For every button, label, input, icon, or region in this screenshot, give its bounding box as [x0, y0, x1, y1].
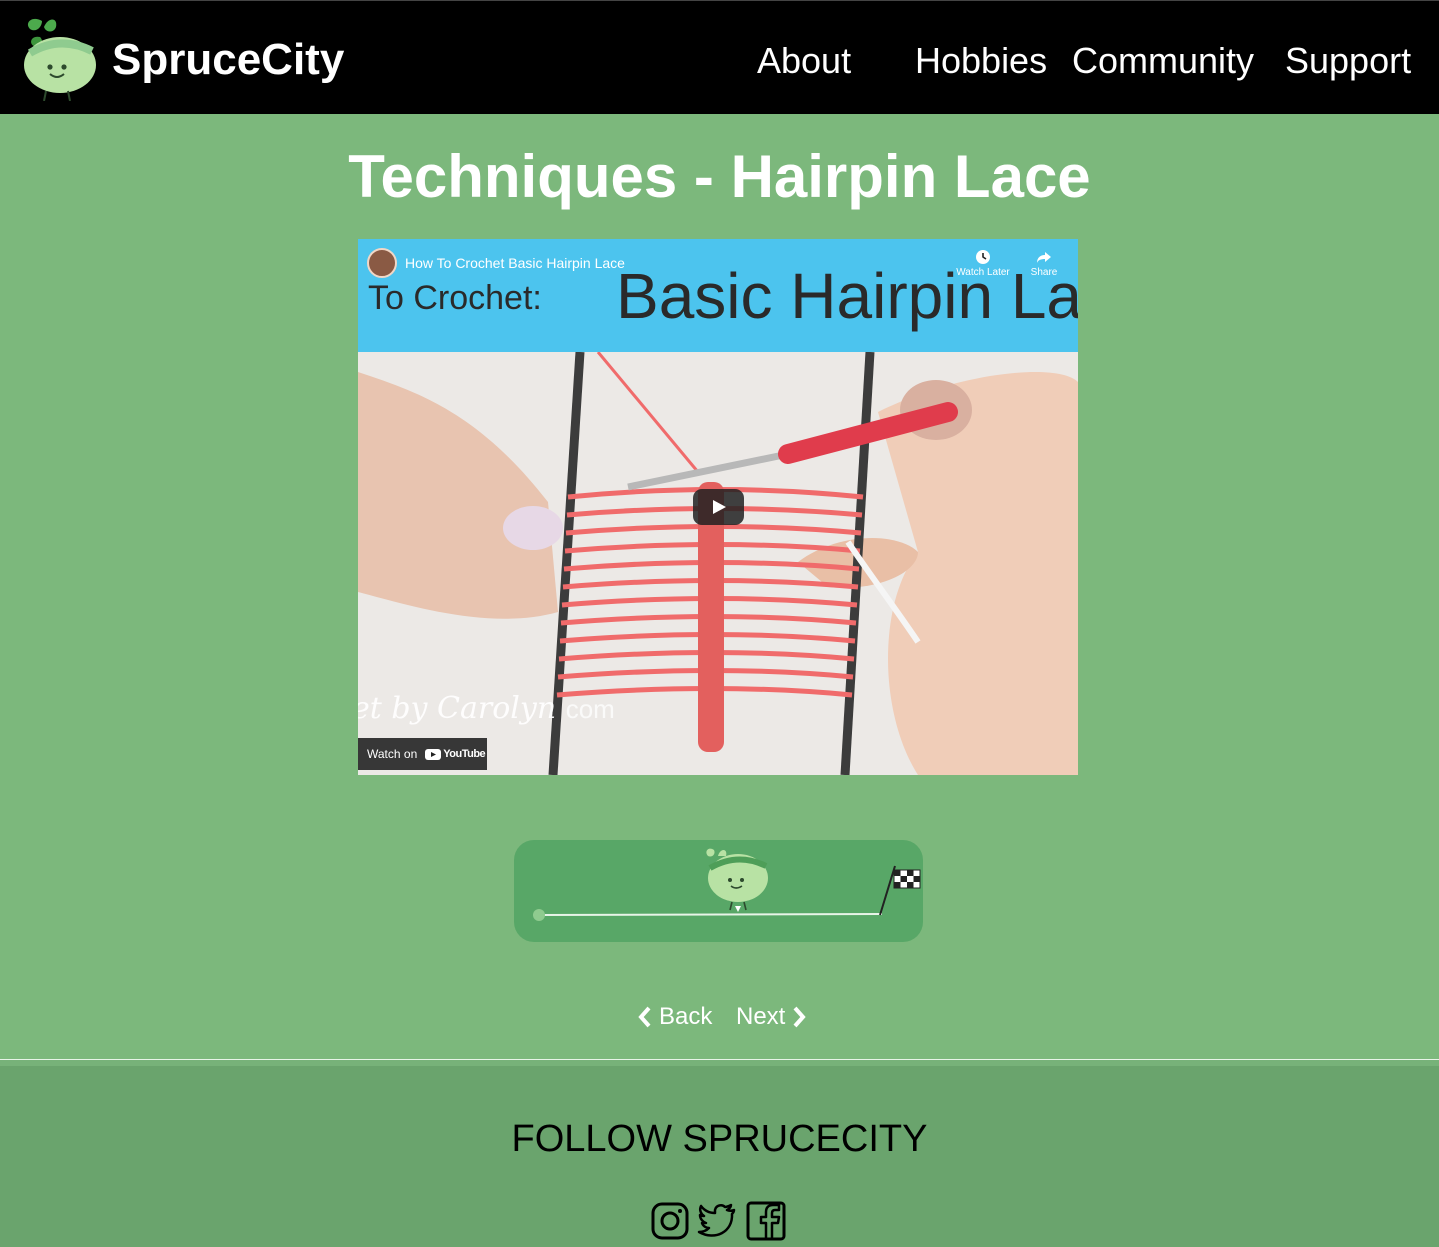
youtube-icon — [425, 748, 442, 760]
instagram-icon — [651, 1202, 689, 1240]
mascot-logo-icon — [24, 18, 96, 101]
page-title: Techniques - Hairpin Lace — [348, 143, 1091, 210]
facebook-icon — [746, 1201, 786, 1241]
watch-later-label: Watch Later — [956, 267, 1010, 278]
instagram-link[interactable] — [650, 1201, 690, 1241]
footer: FOLLOW SPRUCECITY — [0, 1059, 1439, 1247]
watch-later-button[interactable]: Watch Later — [953, 249, 1013, 278]
share-label: Share — [1030, 267, 1058, 278]
channel-avatar[interactable] — [367, 248, 397, 278]
watch-on-youtube-button[interactable]: Watch on YouTube — [358, 738, 487, 770]
youtube-logo: YouTube — [425, 748, 486, 760]
twitter-link[interactable] — [697, 1201, 737, 1241]
mascot-icon — [706, 848, 768, 911]
chevron-right-icon — [793, 1006, 807, 1028]
lesson-progress-tracker — [514, 840, 923, 942]
play-button[interactable] — [693, 489, 744, 525]
share-button[interactable]: Share — [1014, 249, 1074, 278]
nav-item-about[interactable]: About — [757, 40, 851, 82]
nav-item-hobbies[interactable]: Hobbies — [915, 40, 1047, 82]
brand-home-link[interactable]: SpruceCity — [20, 13, 344, 101]
checkered-flag-icon — [879, 865, 921, 916]
progress-marker — [735, 906, 741, 912]
youtube-video-embed[interactable]: To Crochet: Basic Hairpin La How To Croc… — [358, 239, 1078, 775]
back-label: Back — [659, 1003, 713, 1030]
twitter-icon — [697, 1203, 736, 1237]
share-icon — [1037, 252, 1051, 263]
nav-item-community[interactable]: Community — [1072, 40, 1254, 82]
nav-item-support[interactable]: Support — [1285, 40, 1411, 82]
back-link[interactable]: Back — [637, 1003, 712, 1031]
brand-name: SpruceCity — [112, 35, 345, 84]
next-label: Next — [736, 1003, 786, 1030]
video-credit: et by Carolyn com — [358, 691, 615, 726]
clock-icon — [976, 250, 990, 264]
next-link[interactable]: Next — [736, 1003, 807, 1031]
watch-on-label: Watch on — [367, 747, 418, 761]
facebook-link[interactable] — [746, 1201, 786, 1241]
chevron-left-icon — [638, 1006, 651, 1028]
progress-start-dot — [533, 909, 545, 921]
footer-title: FOLLOW SPRUCECITY — [511, 1118, 928, 1160]
top-navigation-bar: SpruceCity About Hobbies Community Suppo… — [0, 0, 1439, 114]
video-title[interactable]: How To Crochet Basic Hairpin Lace — [405, 255, 625, 271]
progress-track — [538, 913, 883, 916]
video-banner-subtitle: To Crochet: — [368, 279, 542, 317]
